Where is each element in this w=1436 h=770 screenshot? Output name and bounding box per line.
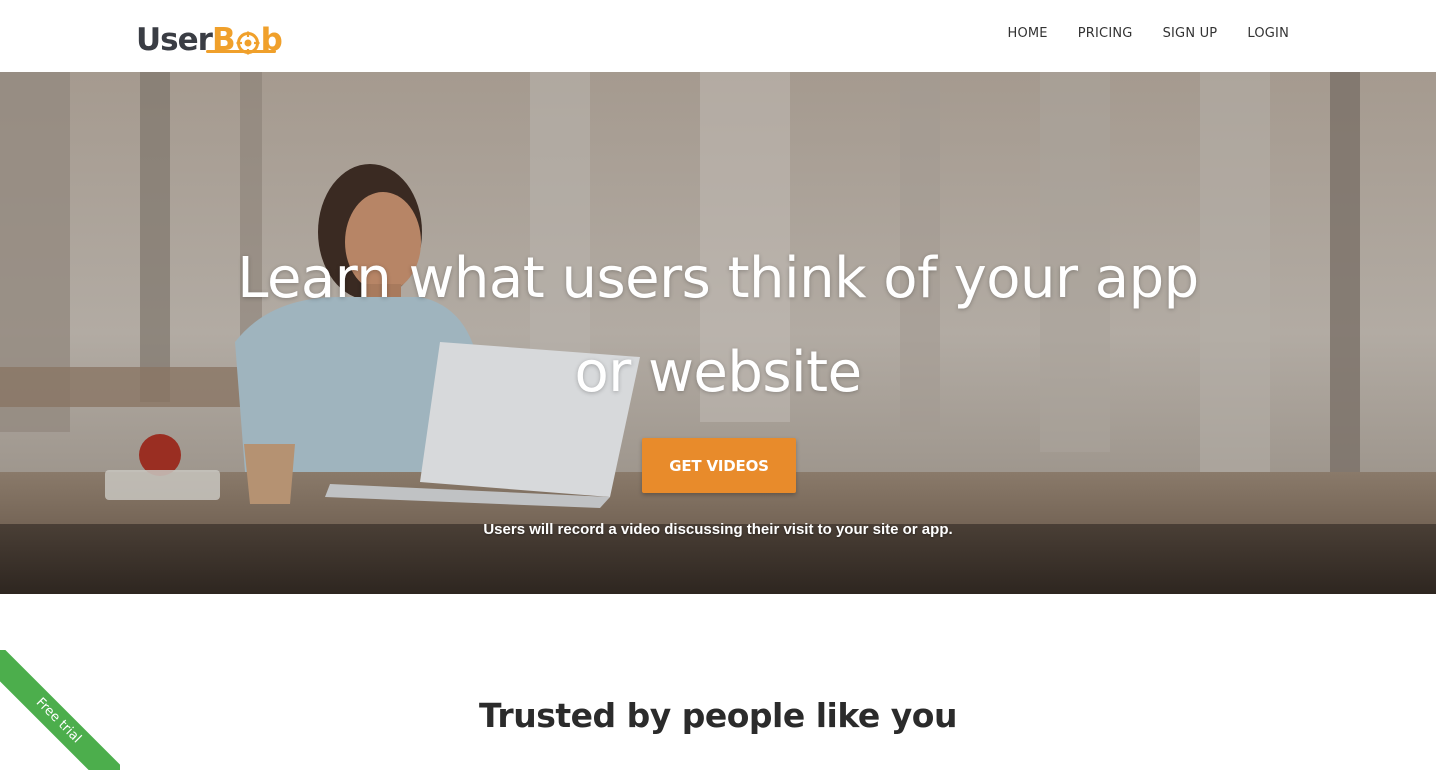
logo-text-user: User xyxy=(136,22,213,58)
nav-pricing[interactable]: PRICING xyxy=(1078,26,1133,41)
hero-subtitle: Users will record a video discussing the… xyxy=(483,521,953,538)
free-trial-ribbon[interactable]: Free trial xyxy=(0,650,120,770)
hero-section: Learn what users think of your app or we… xyxy=(0,72,1436,594)
nav-home[interactable]: HOME xyxy=(1007,26,1047,41)
nav-login[interactable]: LOGIN xyxy=(1247,26,1289,41)
hero-title: Learn what users think of your app or we… xyxy=(237,246,1199,405)
navbar: User Bb HOME PRICING SIGN UP LOGIN xyxy=(0,0,1436,72)
logo-underline xyxy=(206,50,276,53)
get-videos-button[interactable]: GET VIDEOS xyxy=(642,438,796,493)
free-trial-ribbon-label[interactable]: Free trial xyxy=(0,650,120,770)
main-nav: HOME PRICING SIGN UP LOGIN xyxy=(1007,26,1289,41)
nav-sign-up[interactable]: SIGN UP xyxy=(1163,26,1218,41)
trusted-heading: Trusted by people like you xyxy=(479,696,957,735)
userbob-logo[interactable]: User Bb xyxy=(136,16,283,58)
